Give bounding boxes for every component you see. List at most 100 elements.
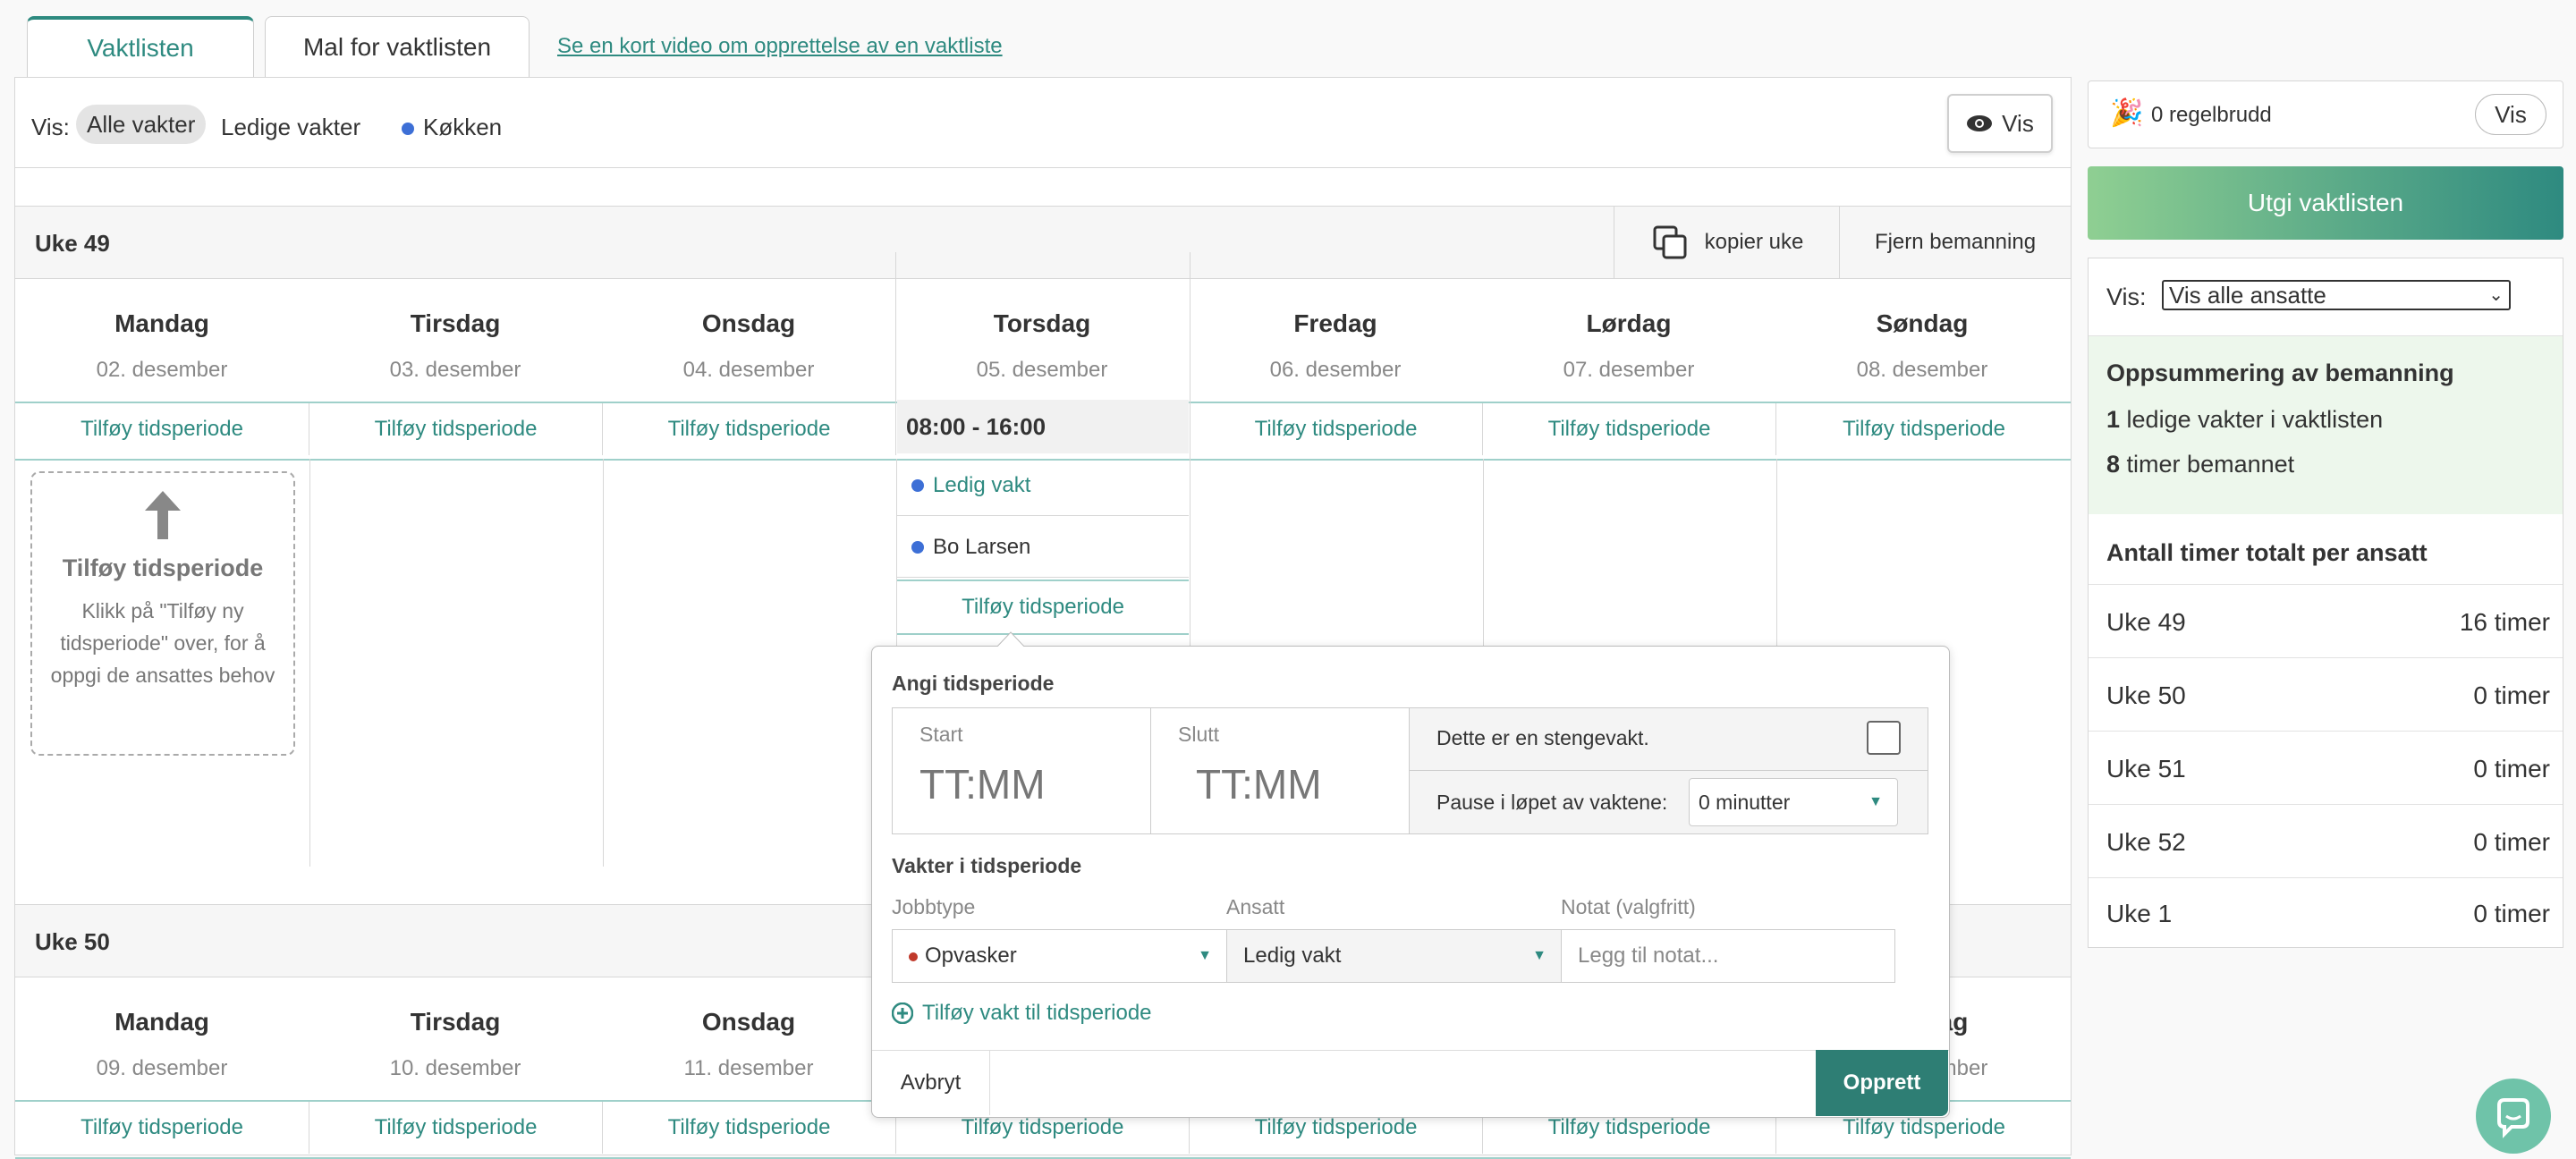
shift-label: Ledig vakt xyxy=(933,472,1031,497)
filter-department[interactable]: Køkken xyxy=(402,114,502,141)
open-count: 1 xyxy=(2106,406,2121,433)
day-date: 10. desember xyxy=(389,1056,521,1080)
column-divider xyxy=(895,252,896,449)
end-time-field[interactable]: Slutt TT:MM xyxy=(1150,707,1410,834)
day-name: Fredag xyxy=(1293,309,1377,337)
day-date: 08. desember xyxy=(1856,358,1988,382)
pause-label: Pause i løpet av vaktene: xyxy=(1436,791,1668,814)
add-period-button[interactable]: Tilføy tidsperiode xyxy=(897,580,1189,635)
party-icon: 🎉 xyxy=(2110,98,2144,128)
pause-select[interactable]: 0 minutter ▼ xyxy=(1689,778,1898,826)
summary-title: Oppsummering av bemanning xyxy=(2106,360,2454,386)
employee-view-select[interactable]: Vis alle ansatte ⌄ xyxy=(2162,280,2511,310)
remove-staffing-button[interactable]: Fjern bemanning xyxy=(1839,207,2071,278)
rule-violations-box: 🎉 0 regelbrudd Vis xyxy=(2088,80,2563,148)
week-hours: 0 timer xyxy=(2473,755,2550,783)
week-hours-row: Uke 1 0 timer xyxy=(2089,877,2563,948)
shift-item[interactable]: Ledig vakt xyxy=(897,455,1189,516)
column-divider xyxy=(309,459,310,867)
start-label: Start xyxy=(919,723,963,746)
view-button[interactable]: Vis xyxy=(1947,94,2053,153)
sidebar-view-label: Vis: xyxy=(2106,283,2147,310)
week-label: Uke 50 xyxy=(2106,681,2186,709)
placeholder-title: Tilføy tidsperiode xyxy=(62,554,264,581)
hours-count: 8 xyxy=(2106,451,2121,478)
week-label: Uke 49 xyxy=(2106,608,2186,636)
day-header-wed: Onsdag 04. desember xyxy=(602,309,895,383)
empty-period-placeholder: Tilføy tidsperiode Klikk på "Tilføy ny t… xyxy=(30,471,295,756)
employee-select[interactable]: Ledig vakt ▼ xyxy=(1226,929,1562,983)
add-period-button[interactable]: Tilføy tidsperiode xyxy=(15,403,309,455)
tab-template[interactable]: Mal for vaktlisten xyxy=(265,16,530,77)
add-shift-link[interactable]: Tilføy vakt til tidsperiode xyxy=(892,1001,1152,1026)
arrow-up-icon xyxy=(145,491,181,539)
day-date: 05. desember xyxy=(976,358,1108,382)
day-date: 07. desember xyxy=(1563,358,1695,382)
shift-dot-icon xyxy=(911,540,924,554)
time-period-header[interactable]: 08:00 - 16:00 xyxy=(897,400,1189,453)
add-period-button[interactable]: Tilføy tidsperiode xyxy=(309,1102,603,1154)
hours-summary: 8 timer bemannet xyxy=(2106,451,2294,478)
week-label: Uke 51 xyxy=(2106,755,2186,783)
open-shifts-summary: 1 ledige vakter i vaktlisten xyxy=(2106,406,2383,434)
week-hours-row: Uke 52 0 timer xyxy=(2089,804,2563,878)
publish-roster-button[interactable]: Utgi vaktlisten xyxy=(2088,166,2563,240)
period-options: Dette er en stengevakt. Pause i løpet av… xyxy=(1409,707,1928,834)
add-period-button[interactable]: Tilføy tidsperiode xyxy=(15,1102,309,1154)
week-label: Uke 1 xyxy=(2106,900,2173,927)
filter-open-shifts[interactable]: Ledige vakter xyxy=(221,114,360,141)
day-header-tue: Tirsdag 10. desember xyxy=(309,1008,602,1081)
chevron-down-icon: ⌄ xyxy=(2488,285,2504,305)
end-label: Slutt xyxy=(1178,723,1220,746)
shifts-section-title: Vakter i tidsperiode xyxy=(892,854,1082,877)
day-date: 02. desember xyxy=(96,358,228,382)
violations-view-button[interactable]: Vis xyxy=(2475,94,2546,135)
week-hours-row: Uke 49 16 timer xyxy=(2089,584,2563,658)
note-input[interactable]: Legg til notat... xyxy=(1561,929,1895,983)
day-header-fri: Fredag 06. desember xyxy=(1189,309,1482,383)
start-time-field[interactable]: Start TT:MM xyxy=(892,707,1151,834)
add-period-button[interactable]: Tilføy tidsperiode xyxy=(1483,403,1776,455)
tab-roster[interactable]: Vaktlisten xyxy=(27,16,254,77)
closing-shift-checkbox[interactable] xyxy=(1867,721,1901,755)
day-name: Søndag xyxy=(1876,309,1969,337)
cancel-button[interactable]: Avbryt xyxy=(872,1051,990,1115)
add-period-button[interactable]: Tilføy tidsperiode xyxy=(309,403,603,455)
week-hours-row: Uke 51 0 timer xyxy=(2089,731,2563,805)
add-period-button[interactable]: Tilføy tidsperiode xyxy=(1190,403,1483,455)
add-period-button[interactable]: Tilføy tidsperiode xyxy=(1776,403,2072,455)
day-date: 03. desember xyxy=(389,358,521,382)
copy-week-button[interactable]: kopier uke xyxy=(1614,207,1840,278)
week-hours: 0 timer xyxy=(2473,900,2550,927)
pause-value: 0 minutter xyxy=(1699,791,1791,814)
jobtype-select[interactable]: Opvasker ▼ xyxy=(892,929,1227,983)
placeholder-text: Klikk på "Tilføy ny tidsperiode" over, f… xyxy=(50,599,275,687)
filter-all-shifts[interactable]: Alle vakter xyxy=(76,105,207,144)
violations-text: 0 regelbrudd xyxy=(2151,103,2272,127)
view-button-label: Vis xyxy=(2002,109,2034,137)
week-hours-row: Uke 50 0 timer xyxy=(2089,657,2563,732)
create-button[interactable]: Opprett xyxy=(1816,1050,1948,1116)
day-date: 09. desember xyxy=(96,1056,228,1080)
add-period-button[interactable]: Tilføy tidsperiode xyxy=(603,1102,896,1154)
copy-icon xyxy=(1653,225,1687,259)
open-text: ledige vakter i vaktlisten xyxy=(2126,406,2384,433)
employee-value: Ledig vakt xyxy=(1243,943,1342,968)
filter-label: Vis: xyxy=(31,114,70,140)
shift-item[interactable]: Bo Larsen xyxy=(897,517,1189,578)
day-header-tue: Tirsdag 03. desember xyxy=(309,309,602,383)
day-header-wed: Onsdag 11. desember xyxy=(602,1008,895,1081)
chat-button[interactable] xyxy=(2476,1079,2551,1154)
eye-icon xyxy=(1967,115,1993,131)
week-hours: 0 timer xyxy=(2473,681,2550,709)
day-name: Lørdag xyxy=(1586,309,1672,337)
day-name: Mandag xyxy=(114,309,209,337)
popup-pointer xyxy=(996,631,1026,648)
jobtype-dot-icon xyxy=(909,952,918,961)
day-header-mon: Mandag 02. desember xyxy=(15,309,309,383)
summary-box: Vis: Vis alle ansatte ⌄ Oppsummering av … xyxy=(2088,258,2563,948)
week-label: Uke 52 xyxy=(2106,828,2186,856)
video-link[interactable]: Se en kort video om opprettelse av en va… xyxy=(557,34,1003,59)
add-period-button[interactable]: Tilføy tidsperiode xyxy=(603,403,896,455)
day-name: Mandag xyxy=(114,1008,209,1036)
